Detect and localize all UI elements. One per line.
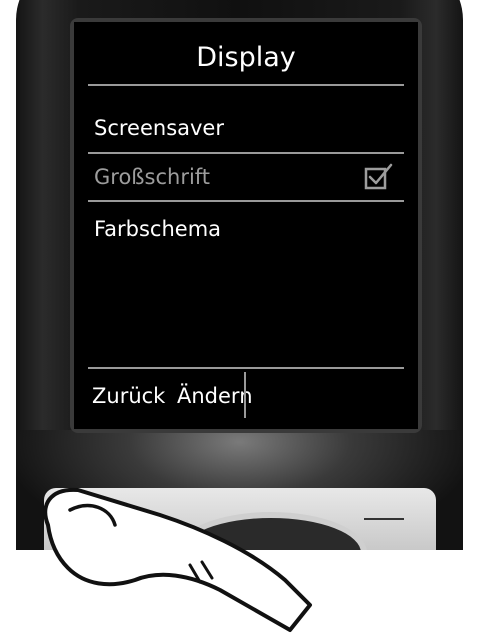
display-screen: Display Screensaver Großschrift Farbsche… <box>74 22 418 429</box>
screen-title: Display <box>196 42 296 73</box>
title-divider <box>88 84 404 86</box>
menu-divider <box>88 152 404 154</box>
handset-illustration: Display Screensaver Großschrift Farbsche… <box>0 0 479 637</box>
back-softkey[interactable]: Zurück <box>92 384 165 408</box>
menu-item-grossschrift[interactable]: Großschrift <box>94 165 210 189</box>
softkey-divider <box>244 372 246 418</box>
right-softkey-marking <box>364 518 404 520</box>
change-softkey[interactable]: Ändern <box>177 384 253 408</box>
menu-item-farbschema[interactable]: Farbschema <box>94 217 221 241</box>
menu-divider <box>88 200 404 202</box>
checked-checkbox-icon[interactable] <box>364 162 394 190</box>
softkey-bar-divider <box>88 367 404 369</box>
finger-pointer-icon <box>43 487 312 632</box>
menu-item-screensaver[interactable]: Screensaver <box>94 116 224 140</box>
